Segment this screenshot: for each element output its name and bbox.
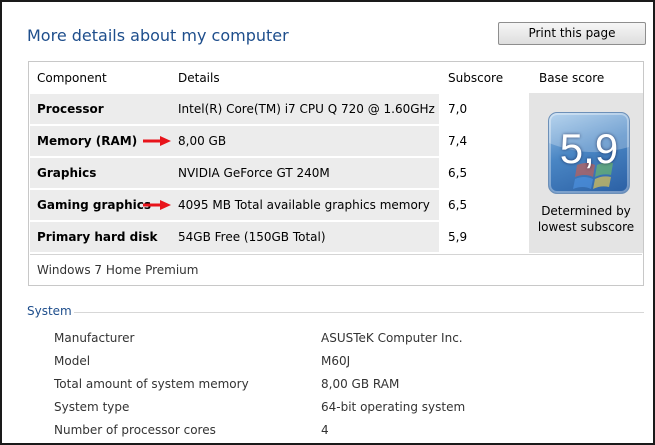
- print-button[interactable]: Print this page: [498, 22, 646, 45]
- windows-score-badge-icon: 5,9: [548, 112, 630, 194]
- subscore-cell: 6,5: [439, 190, 528, 220]
- column-header-component: Component: [37, 71, 107, 85]
- windows-edition: Windows 7 Home Premium: [37, 263, 199, 277]
- system-section-title: System: [27, 304, 72, 318]
- column-header-subscore: Subscore: [448, 71, 504, 85]
- subscore-value: 6,5: [448, 166, 468, 180]
- system-label: Number of processor cores: [54, 423, 216, 437]
- component-details: 4095 MB Total available graphics memory: [178, 198, 430, 212]
- system-row: Model M60J: [2, 354, 655, 376]
- base-score-value: 5,9: [559, 125, 619, 172]
- score-panel: Component Details Subscore Base score Pr…: [28, 61, 644, 286]
- red-arrow-icon: [143, 136, 171, 146]
- column-header-base-score: Base score: [539, 71, 605, 85]
- system-label: Manufacturer: [54, 331, 135, 345]
- subscore-cell: 7,0: [439, 94, 528, 124]
- system-value: M60J: [321, 354, 351, 368]
- component-name: Memory (RAM): [37, 134, 138, 148]
- table-row: Graphics NVIDIA GeForce GT 240M 6,5: [30, 157, 528, 188]
- system-label: System type: [54, 400, 130, 414]
- red-arrow-icon: [143, 200, 171, 210]
- caption-line-2: lowest subscore: [537, 220, 635, 234]
- component-name: Graphics: [37, 166, 97, 180]
- component-name: Gaming graphics: [37, 198, 151, 212]
- subscore-value: 5,9: [448, 230, 468, 244]
- base-score-caption: Determined by lowest subscore: [529, 203, 643, 235]
- system-label: Model: [54, 354, 91, 368]
- system-row: Total amount of system memory 8,00 GB RA…: [2, 377, 655, 399]
- system-row: System type 64-bit operating system: [2, 400, 655, 422]
- component-name: Primary hard disk: [37, 230, 158, 244]
- system-value: 8,00 GB RAM: [321, 377, 400, 391]
- subscore-cell: 6,5: [439, 158, 528, 188]
- caption-line-1: Determined by: [541, 204, 631, 218]
- component-name: Processor: [37, 102, 104, 116]
- component-details: 8,00 GB: [178, 134, 227, 148]
- component-details: Intel(R) Core(TM) i7 CPU Q 720 @ 1.60GHz: [178, 102, 435, 116]
- subscore-value: 7,4: [448, 134, 468, 148]
- page-title: More details about my computer: [27, 26, 289, 45]
- subscore-cell: 7,4: [439, 126, 528, 156]
- edition-row: Windows 7 Home Premium: [30, 254, 642, 286]
- table-row: Memory (RAM) 8,00 GB 7,4: [30, 125, 528, 156]
- system-label: Total amount of system memory: [54, 377, 249, 391]
- system-row: Number of processor cores 4: [2, 423, 655, 445]
- table-row: Processor Intel(R) Core(TM) i7 CPU Q 720…: [30, 93, 528, 124]
- system-value: ASUSTeK Computer Inc.: [321, 331, 463, 345]
- base-score-box: 5,9 Determined by lowest subscore: [529, 93, 643, 253]
- table-row: Gaming graphics 4095 MB Total available …: [30, 189, 528, 220]
- subscore-value: 7,0: [448, 102, 468, 116]
- system-row: Manufacturer ASUSTeK Computer Inc.: [2, 331, 655, 353]
- table-row: Primary hard disk 54GB Free (150GB Total…: [30, 221, 528, 252]
- section-divider: [74, 312, 644, 313]
- subscore-value: 6,5: [448, 198, 468, 212]
- column-header-details: Details: [178, 71, 220, 85]
- component-details: 54GB Free (150GB Total): [178, 230, 326, 244]
- system-value: 64-bit operating system: [321, 400, 466, 414]
- component-details: NVIDIA GeForce GT 240M: [178, 166, 330, 180]
- system-value: 4: [321, 423, 329, 437]
- subscore-cell: 5,9: [439, 222, 528, 252]
